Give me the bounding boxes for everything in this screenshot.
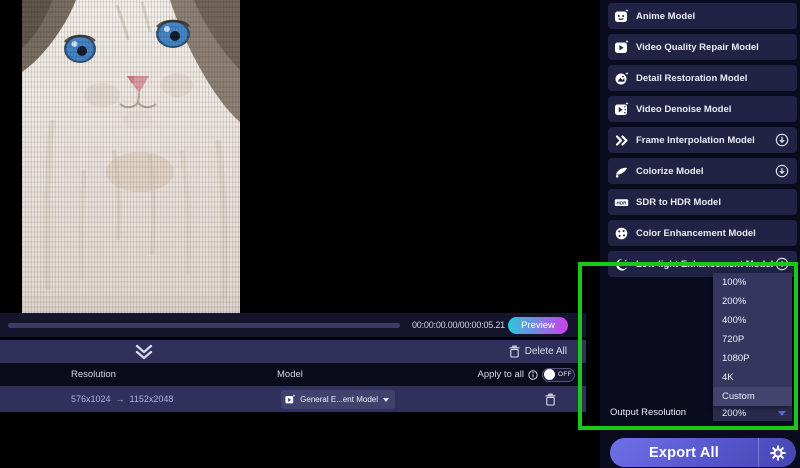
model-item-label: Colorize Model bbox=[636, 166, 704, 177]
dropdown-option-400[interactable]: 400% bbox=[713, 311, 792, 330]
dropdown-option-200[interactable]: 200% bbox=[713, 292, 792, 311]
dropdown-option-4k[interactable]: 4K bbox=[713, 368, 792, 387]
queue-row[interactable]: 576x1024 → 1152x2048 General E...ent Mod… bbox=[0, 386, 586, 412]
double-chevron-down-icon[interactable] bbox=[133, 344, 155, 360]
trash-icon bbox=[509, 345, 520, 358]
queue-collapse-bar: Delete All bbox=[0, 340, 586, 363]
video-enhancer-window: 00:00:00.00/00:00:05.21 Preview Delete A… bbox=[0, 0, 800, 468]
export-all-label: Export All bbox=[610, 445, 758, 461]
row-delete-button[interactable] bbox=[545, 393, 556, 406]
download-icon[interactable] bbox=[775, 164, 789, 178]
delete-all-label: Delete All bbox=[525, 346, 567, 357]
model-item-color-enhancement[interactable]: Color Enhancement Model bbox=[608, 220, 797, 246]
model-item-detail-restoration[interactable]: Detail Restoration Model bbox=[608, 65, 797, 91]
model-item-label: Low-light Enhancement Model bbox=[636, 259, 773, 270]
selected-resolution-value: 200% bbox=[722, 408, 746, 419]
row-resolution: 576x1024 → 1152x2048 bbox=[71, 386, 173, 412]
output-resolution-dropdown-list: 100% 200% 400% 720P 1080P 4K Custom bbox=[713, 273, 792, 406]
model-item-sdr-to-hdr[interactable]: HDR SDR to HDR Model bbox=[608, 189, 797, 215]
model-item-colorize[interactable]: Colorize Model bbox=[608, 158, 797, 184]
dropdown-option-1080p[interactable]: 1080P bbox=[713, 349, 792, 368]
toggle-knob bbox=[544, 369, 555, 380]
video-preview-frame bbox=[22, 0, 240, 313]
model-item-video-denoise[interactable]: Video Denoise Model bbox=[608, 96, 797, 122]
arrow-right-icon: → bbox=[116, 394, 125, 404]
detail-restoration-icon bbox=[614, 71, 629, 86]
apply-to-all-label: Apply to all bbox=[478, 369, 524, 380]
info-icon[interactable] bbox=[528, 370, 538, 380]
video-denoise-icon bbox=[614, 102, 629, 117]
row-model-label: General E...ent Model bbox=[300, 395, 378, 404]
resolution-column-header: Resolution bbox=[71, 363, 116, 386]
model-item-label: Detail Restoration Model bbox=[636, 73, 747, 84]
preview-button[interactable]: Preview bbox=[508, 317, 568, 334]
player-bar: 00:00:00.00/00:00:05.21 Preview bbox=[0, 313, 586, 337]
chevron-down-icon bbox=[383, 398, 389, 402]
time-display: 00:00:00.00/00:00:05.21 bbox=[412, 313, 505, 337]
dropdown-caret-icon bbox=[778, 411, 786, 416]
apply-to-all-group: Apply to all OFF bbox=[478, 363, 575, 386]
low-light-icon bbox=[614, 257, 629, 272]
delete-all-button[interactable]: Delete All bbox=[509, 340, 567, 363]
apply-to-all-toggle[interactable]: OFF bbox=[542, 368, 575, 382]
colorize-icon bbox=[614, 164, 629, 179]
model-item-label: SDR to HDR Model bbox=[636, 197, 721, 208]
vhs-scanline-overlay bbox=[22, 0, 240, 313]
svg-text:HDR: HDR bbox=[617, 200, 628, 205]
ai-video-model-icon bbox=[285, 393, 295, 406]
model-column-header: Model bbox=[277, 363, 303, 386]
row-model-select[interactable]: General E...ent Model bbox=[281, 390, 395, 409]
frame-interpolation-icon bbox=[614, 133, 629, 148]
download-icon[interactable] bbox=[775, 133, 789, 147]
model-item-label: Color Enhancement Model bbox=[636, 228, 756, 239]
gear-icon bbox=[770, 445, 786, 461]
target-resolution: 1152x2048 bbox=[130, 394, 174, 404]
output-resolution-select[interactable]: 200% bbox=[713, 405, 792, 421]
model-item-label: Video Denoise Model bbox=[636, 104, 731, 115]
dropdown-option-custom[interactable]: Custom bbox=[713, 387, 792, 406]
model-sidebar: Anime Model Video Quality Repair Model D… bbox=[600, 0, 800, 468]
export-all-button[interactable]: Export All bbox=[610, 438, 796, 467]
model-item-label: Video Quality Repair Model bbox=[636, 42, 759, 53]
seek-bar[interactable] bbox=[8, 323, 400, 328]
color-enhancement-icon bbox=[614, 226, 629, 241]
dropdown-option-720p[interactable]: 720P bbox=[713, 330, 792, 349]
queue-table-header: Resolution Model Apply to all OFF bbox=[0, 363, 586, 386]
dropdown-option-100[interactable]: 100% bbox=[713, 273, 792, 292]
model-item-label: Frame Interpolation Model bbox=[636, 135, 755, 146]
model-item-anime[interactable]: Anime Model bbox=[608, 3, 797, 29]
model-item-label: Anime Model bbox=[636, 11, 695, 22]
model-item-video-quality-repair[interactable]: Video Quality Repair Model bbox=[608, 34, 797, 60]
export-settings-button[interactable] bbox=[759, 438, 796, 467]
toggle-state-label: OFF bbox=[558, 371, 572, 378]
model-item-frame-interpolation[interactable]: Frame Interpolation Model bbox=[608, 127, 797, 153]
download-icon[interactable] bbox=[775, 257, 789, 271]
anime-icon bbox=[614, 9, 629, 24]
output-resolution-label: Output Resolution bbox=[610, 405, 686, 421]
sdr-to-hdr-icon: HDR bbox=[614, 195, 629, 210]
video-quality-repair-icon bbox=[614, 40, 629, 55]
model-list: Anime Model Video Quality Repair Model D… bbox=[608, 3, 797, 277]
source-resolution: 576x1024 bbox=[71, 394, 111, 404]
